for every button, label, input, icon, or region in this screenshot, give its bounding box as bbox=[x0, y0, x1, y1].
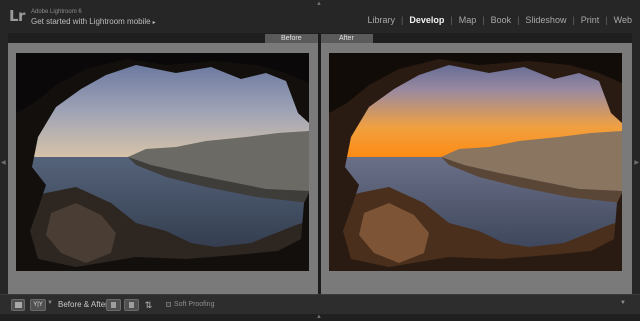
before-photo-image bbox=[16, 53, 309, 271]
copy-after-to-before-button[interactable] bbox=[124, 299, 139, 311]
module-develop[interactable]: Develop bbox=[409, 15, 444, 26]
triangle-left-icon[interactable]: ◀ bbox=[1, 159, 6, 167]
copy-settings-icon bbox=[111, 302, 116, 308]
soft-proofing-checkbox[interactable] bbox=[166, 302, 171, 307]
module-web[interactable]: Web bbox=[614, 15, 632, 26]
copy-settings-icon bbox=[129, 302, 134, 308]
module-separator: | bbox=[572, 15, 575, 25]
loupe-view-button[interactable] bbox=[11, 299, 25, 311]
after-photo[interactable] bbox=[329, 53, 622, 271]
module-library[interactable]: Library bbox=[367, 15, 395, 26]
triangle-up-icon[interactable]: ▲ bbox=[316, 314, 322, 320]
identity-plate-link[interactable]: Get started with Lightroom mobile ▸ bbox=[31, 17, 156, 28]
before-label: Before bbox=[265, 34, 318, 43]
top-panel: ▲ Lr Adobe Lightroom 6 Get started with … bbox=[0, 0, 640, 33]
loupe-view-icon bbox=[15, 302, 22, 308]
top-panel-toggle-icon[interactable]: ▲ bbox=[316, 1, 322, 7]
before-photo[interactable] bbox=[16, 53, 309, 271]
module-separator: | bbox=[401, 15, 404, 25]
module-print[interactable]: Print bbox=[581, 15, 600, 26]
module-picker: Library | Develop | Map | Book | Slidesh… bbox=[367, 15, 632, 26]
caret-right-icon: ▸ bbox=[152, 20, 156, 26]
soft-proofing-label: Soft Proofing bbox=[174, 301, 215, 308]
right-panel-strip: ▶ bbox=[632, 33, 640, 294]
module-book[interactable]: Book bbox=[491, 15, 512, 26]
toolbar: Y|Y ▼ Before & After : ⇅ Soft Proofing ▼ bbox=[0, 294, 640, 314]
after-label: After bbox=[321, 34, 373, 43]
chevron-down-icon[interactable]: ▼ bbox=[47, 300, 53, 306]
after-photo-image bbox=[329, 53, 622, 271]
swap-icon[interactable]: ⇅ bbox=[143, 298, 154, 312]
left-panel-strip: ◀ bbox=[0, 33, 8, 294]
module-separator: | bbox=[482, 15, 485, 25]
toolbar-menu-chevron-down-icon[interactable]: ▼ bbox=[620, 300, 626, 306]
module-separator: | bbox=[450, 15, 453, 25]
before-after-label: Before & After : bbox=[58, 300, 113, 309]
after-pane bbox=[321, 43, 632, 294]
before-pane bbox=[8, 43, 318, 294]
module-separator: | bbox=[517, 15, 520, 25]
lightroom-logo: Lr bbox=[9, 7, 25, 25]
module-separator: | bbox=[605, 15, 608, 25]
product-name: Adobe Lightroom 6 bbox=[31, 9, 82, 15]
before-after-view-button[interactable]: Y|Y bbox=[30, 299, 46, 311]
identity-plate-text[interactable]: Get started with Lightroom mobile bbox=[31, 17, 151, 26]
triangle-right-icon[interactable]: ▶ bbox=[634, 159, 639, 167]
copy-before-to-after-button[interactable] bbox=[106, 299, 121, 311]
module-slideshow[interactable]: Slideshow bbox=[525, 15, 566, 26]
module-map[interactable]: Map bbox=[459, 15, 477, 26]
bottom-panel-strip: ▲ bbox=[0, 314, 640, 321]
